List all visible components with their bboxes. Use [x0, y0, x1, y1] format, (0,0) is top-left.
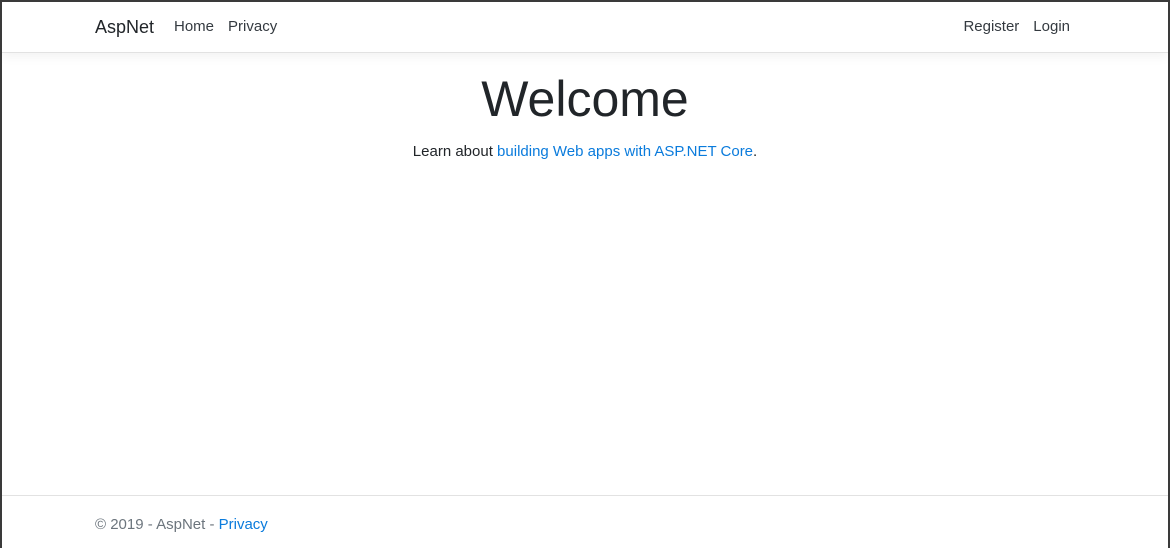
- top-navbar: AspNet Home Privacy Register Login: [2, 2, 1168, 53]
- page-title: Welcome: [481, 71, 689, 127]
- lead-suffix: .: [753, 143, 758, 160]
- brand-link[interactable]: AspNet: [95, 15, 154, 39]
- nav-home-link[interactable]: Home: [174, 17, 214, 37]
- page-footer: © 2019 - AspNet - Privacy: [2, 495, 1168, 548]
- footer-copyright: © 2019 - AspNet -: [95, 516, 219, 533]
- lead-prefix: Learn about: [412, 143, 498, 160]
- footer-text: © 2019 - AspNet - Privacy: [95, 515, 268, 535]
- lead-text: Learn about building Web apps with ASP.N…: [2, 142, 1168, 162]
- aspnet-docs-link[interactable]: building Web apps with ASP.NET Core: [497, 143, 753, 160]
- nav-left-links: Home Privacy: [174, 17, 277, 37]
- login-link[interactable]: Login: [1033, 17, 1070, 37]
- main-content: Welcome Learn about building Web apps wi…: [2, 54, 1168, 162]
- nav-right-links: Register Login: [963, 17, 1070, 37]
- footer-privacy-link[interactable]: Privacy: [219, 516, 268, 533]
- browser-viewport: AspNet Home Privacy Register Login Welco…: [0, 0, 1170, 548]
- nav-privacy-link[interactable]: Privacy: [228, 17, 277, 37]
- register-link[interactable]: Register: [963, 17, 1019, 37]
